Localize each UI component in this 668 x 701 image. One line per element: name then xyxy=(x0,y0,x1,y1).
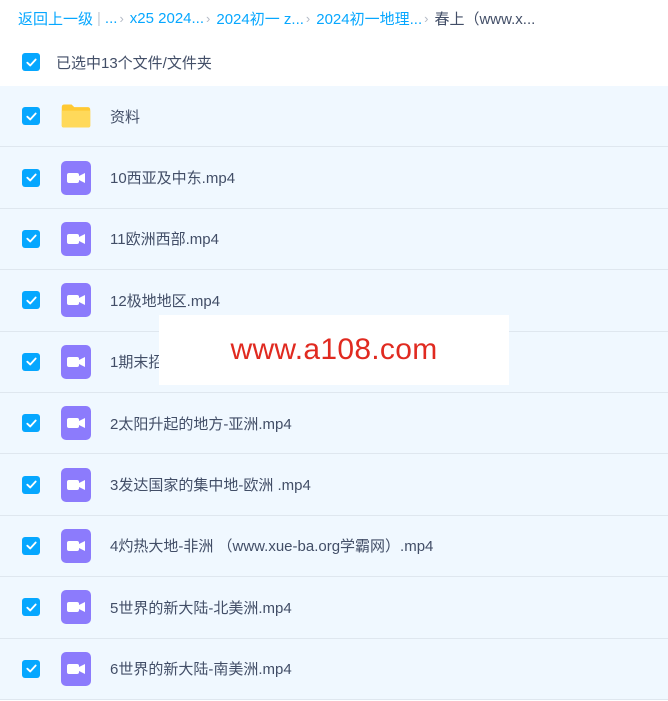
file-row[interactable]: 3发达国家的集中地-欧洲 .mp4 xyxy=(0,454,668,516)
checkmark-icon xyxy=(25,235,37,243)
checkmark-icon xyxy=(25,603,37,612)
breadcrumb-item[interactable]: 2024初一 z... xyxy=(216,8,304,29)
file-checkbox[interactable] xyxy=(22,598,40,617)
breadcrumb-item[interactable]: x25 2024... xyxy=(130,10,204,27)
file-name[interactable]: 12极地地区.mp4 xyxy=(110,290,220,311)
video-icon xyxy=(60,651,92,686)
video-icon xyxy=(60,590,92,625)
chevron-right-icon: › xyxy=(305,10,311,26)
selection-header: 已选中13个文件/文件夹 xyxy=(0,40,668,84)
breadcrumb-divider: | xyxy=(97,9,101,27)
video-icon xyxy=(60,344,92,379)
file-row[interactable]: 11欧洲西部.mp4 xyxy=(0,208,668,271)
checkmark-icon xyxy=(25,357,37,366)
checkmark-icon xyxy=(25,58,37,66)
file-row[interactable]: 6世界的新大陆-南美洲.mp4 xyxy=(0,638,668,700)
checkmark-icon xyxy=(25,542,37,550)
checkmark-icon xyxy=(25,664,37,673)
video-icon xyxy=(60,467,92,502)
file-checkbox[interactable] xyxy=(22,229,40,248)
file-name[interactable]: 10西亚及中东.mp4 xyxy=(110,167,235,188)
chevron-right-icon: › xyxy=(119,10,124,26)
video-icon xyxy=(60,283,92,318)
file-name[interactable]: 1期末招 xyxy=(110,351,163,372)
file-name[interactable]: 3发达国家的集中地-欧洲 .mp4 xyxy=(110,474,311,495)
back-link[interactable]: 返回上一级 xyxy=(18,8,93,29)
checkmark-icon xyxy=(25,480,37,489)
file-name[interactable]: 4灼热大地-非洲 （www.xue-ba.org学霸网）.mp4 xyxy=(110,535,433,556)
breadcrumb: 返回上一级 | ... › x25 2024... › 2024初一 z... … xyxy=(0,0,668,36)
file-checkbox[interactable] xyxy=(22,659,40,678)
file-checkbox[interactable] xyxy=(22,475,40,494)
file-checkbox[interactable] xyxy=(22,414,40,433)
file-row[interactable]: 4灼热大地-非洲 （www.xue-ba.org学霸网）.mp4 xyxy=(0,515,668,578)
file-name[interactable]: 11欧洲西部.mp4 xyxy=(110,228,219,249)
checkmark-icon xyxy=(25,173,37,182)
file-name[interactable]: 6世界的新大陆-南美洲.mp4 xyxy=(110,658,292,679)
video-icon xyxy=(60,406,92,441)
file-checkbox[interactable] xyxy=(22,291,40,310)
file-row[interactable]: 资料 xyxy=(0,86,668,148)
file-name[interactable]: 2太阳升起的地方-亚洲.mp4 xyxy=(110,413,292,434)
file-checkbox[interactable] xyxy=(22,536,40,555)
file-list: 资料 10西亚及中东.mp4 11欧洲西部.mp4 12极地地区.mp4 1期末招 2太阳… xyxy=(0,86,668,700)
file-name[interactable]: 资料 xyxy=(110,106,140,127)
selection-count-label: 已选中13个文件/文件夹 xyxy=(56,54,212,72)
select-all-checkbox[interactable] xyxy=(22,53,40,71)
file-checkbox[interactable] xyxy=(22,107,40,126)
watermark: www.a108.com xyxy=(159,315,509,385)
file-checkbox[interactable] xyxy=(22,352,40,371)
chevron-right-icon: › xyxy=(424,10,429,26)
checkmark-icon xyxy=(25,112,37,121)
video-icon xyxy=(60,160,92,195)
file-checkbox[interactable] xyxy=(22,168,40,187)
checkmark-icon xyxy=(25,296,37,305)
file-row[interactable]: 2太阳升起的地方-亚洲.mp4 xyxy=(0,392,668,455)
folder-icon xyxy=(60,99,92,133)
video-icon xyxy=(60,528,92,563)
breadcrumb-ellipsis[interactable]: ... xyxy=(105,10,118,27)
chevron-right-icon: › xyxy=(206,10,211,26)
breadcrumb-current: 春上（www.x... xyxy=(434,10,536,28)
file-name[interactable]: 5世界的新大陆-北美洲.mp4 xyxy=(110,597,292,618)
video-icon xyxy=(60,221,92,256)
checkmark-icon xyxy=(25,419,37,428)
file-row[interactable]: 10西亚及中东.mp4 xyxy=(0,147,668,209)
file-row[interactable]: 5世界的新大陆-北美洲.mp4 xyxy=(0,577,668,639)
breadcrumb-item[interactable]: 2024初一地理... xyxy=(316,8,422,29)
